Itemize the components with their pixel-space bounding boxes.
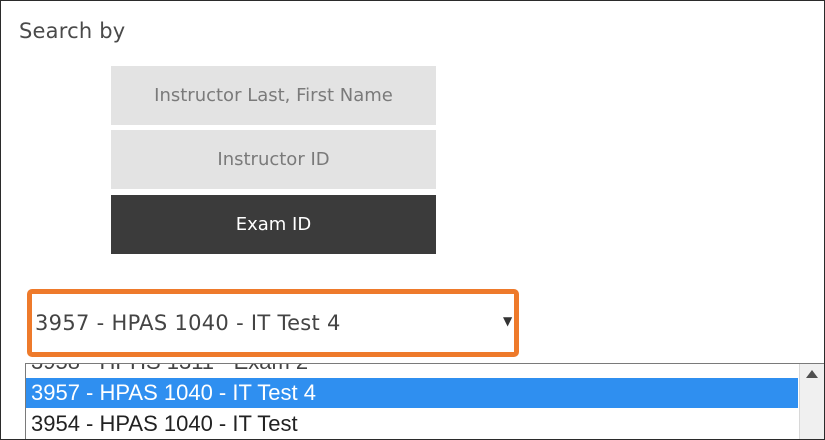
search-option-exam-id[interactable]: Exam ID [111,195,436,254]
scroll-up-arrow-icon[interactable] [806,370,818,378]
search-option-instructor-id[interactable]: Instructor ID [111,130,436,189]
search-option-instructor-name[interactable]: Instructor Last, First Name [111,66,436,125]
exam-dropdown-list: 3958 - HPHS 1311 - Exam 2 3957 - HPAS 10… [25,363,824,439]
dropdown-option[interactable]: 3958 - HPHS 1311 - Exam 2 [26,364,798,377]
search-by-heading: Search by [19,19,126,43]
exam-select-value: 3957 - HPAS 1040 - IT Test 4 [35,311,341,335]
search-panel: Search by Instructor Last, First Name In… [0,0,825,440]
exam-select[interactable]: 3957 - HPAS 1040 - IT Test 4 ▼ [31,294,515,352]
dropdown-scrollbar[interactable] [799,364,824,439]
dropdown-option-selected[interactable]: 3957 - HPAS 1040 - IT Test 4 [26,378,798,408]
dropdown-option[interactable]: 3954 - HPAS 1040 - IT Test [26,409,798,439]
triangle-down-icon: ▼ [503,314,513,328]
